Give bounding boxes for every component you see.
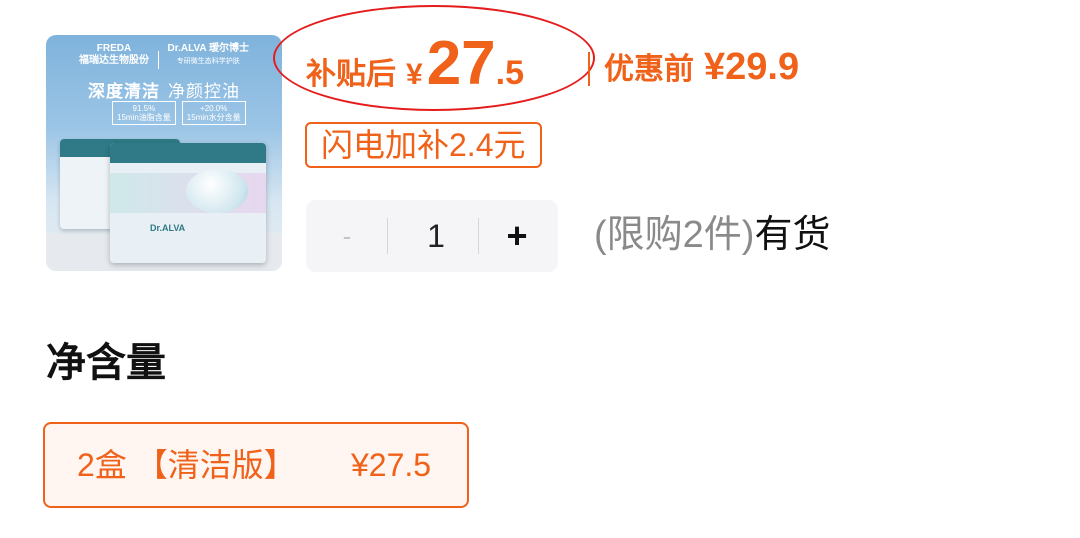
stepper-divider <box>478 218 479 254</box>
increase-quantity-button[interactable]: + <box>492 210 542 262</box>
stock-info: (限购2件)有货 <box>594 212 830 258</box>
image-headline: 深度清洁 净颜控油 <box>88 82 240 101</box>
original-price-label: 优惠前 <box>604 53 694 86</box>
subsidized-price-decimal: .5 <box>495 54 525 92</box>
purchase-limit: (限购2件) <box>594 214 755 256</box>
image-stat-water: +20.0% 15min水分含量 <box>181 101 246 125</box>
spec-option-price: ¥27.5 <box>351 447 432 483</box>
flash-subsidy-badge: 闪电加补2.4元 <box>305 122 542 168</box>
original-price: 优惠前 ¥29.9 <box>604 44 799 89</box>
decrease-quantity-button[interactable]: - <box>324 210 370 262</box>
image-cleansing-pad <box>186 169 248 213</box>
quantity-stepper: - 1 + <box>306 200 558 272</box>
original-price-value: ¥29.9 <box>704 46 800 88</box>
currency-symbol: ¥ <box>406 58 423 91</box>
image-brand-row: FREDA 福瑞达生物股份 Dr.ALVA 瑷尔博士 专研微生态科学护肤 <box>46 43 282 70</box>
spec-option-selected[interactable]: 2盒 【清洁版】 ¥27.5 <box>43 422 469 508</box>
subsidized-price-label: 补贴后 <box>306 58 396 91</box>
subsidized-price-integer: 27 <box>426 29 496 98</box>
image-brand-freda: FREDA 福瑞达生物股份 <box>78 43 149 66</box>
stepper-divider <box>387 218 388 254</box>
subsidized-price: 补贴后 ¥ 27 .5 <box>306 28 524 98</box>
stock-status: 有货 <box>754 214 831 256</box>
spec-option-name: 2盒 【清洁版】 <box>77 447 296 483</box>
price-divider <box>588 52 590 86</box>
image-stats: 91.5% 15min油脂含量 +20.0% 15min水分含量 <box>112 101 252 125</box>
product-image[interactable]: FREDA 福瑞达生物股份 Dr.ALVA 瑷尔博士 专研微生态科学护肤 深度清… <box>46 35 282 271</box>
quantity-value[interactable]: 1 <box>396 210 476 262</box>
image-stat-oil: 91.5% 15min油脂含量 <box>112 101 176 125</box>
image-brand-alva: Dr.ALVA 瑷尔博士 专研微生态科学护肤 <box>167 43 250 65</box>
spec-section-title: 净含量 <box>46 341 166 385</box>
image-box-brand: Dr.ALVA <box>150 223 186 233</box>
